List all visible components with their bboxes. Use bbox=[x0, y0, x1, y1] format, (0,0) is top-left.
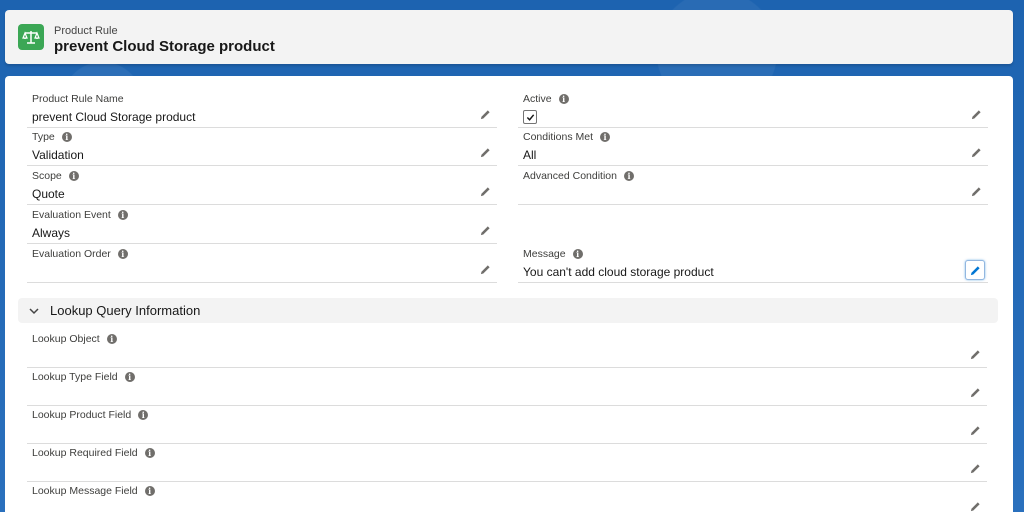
info-icon[interactable]: i bbox=[68, 171, 79, 181]
checkmark-icon bbox=[526, 113, 534, 121]
field-label: Product Rule Name bbox=[32, 93, 124, 105]
field-label: Message bbox=[523, 248, 566, 260]
field-value: prevent Cloud Storage product bbox=[32, 110, 196, 124]
info-icon[interactable]: i bbox=[61, 132, 72, 142]
field-advanced-condition: Advanced Condition i bbox=[518, 167, 988, 205]
field-lookup-object: Lookup Object i bbox=[27, 330, 987, 368]
field-label: Lookup Product Field bbox=[32, 409, 132, 421]
pencil-icon bbox=[480, 225, 490, 235]
record-header: Product Rule prevent Cloud Storage produ… bbox=[5, 10, 1013, 64]
field-scope: Scope i Quote bbox=[27, 167, 497, 205]
field-product-rule-name: Product Rule Name prevent Cloud Storage … bbox=[27, 90, 497, 128]
object-type-label: Product Rule bbox=[54, 25, 118, 37]
pencil-icon bbox=[970, 387, 980, 397]
pencil-icon bbox=[480, 109, 490, 119]
pencil-icon bbox=[970, 265, 980, 275]
field-label: Lookup Type Field bbox=[32, 371, 118, 383]
pencil-icon bbox=[970, 425, 980, 435]
field-lookup-type-field: Lookup Type Field i bbox=[27, 368, 987, 406]
edit-evaluation-event-button[interactable] bbox=[476, 221, 494, 239]
pencil-icon bbox=[971, 186, 981, 196]
info-icon[interactable]: i bbox=[138, 410, 149, 420]
field-label: Lookup Message Field bbox=[32, 485, 138, 497]
field-message: Message i You can't add cloud storage pro… bbox=[518, 245, 988, 283]
field-label: Evaluation Order bbox=[32, 248, 111, 260]
edit-active-button[interactable] bbox=[967, 105, 985, 123]
field-value: Quote bbox=[32, 187, 65, 201]
info-icon[interactable]: i bbox=[558, 94, 569, 104]
field-label: Conditions Met bbox=[523, 131, 594, 143]
edit-scope-button[interactable] bbox=[476, 182, 494, 200]
edit-lookup-type-field-button[interactable] bbox=[966, 383, 984, 401]
pencil-icon bbox=[970, 501, 980, 511]
field-value: All bbox=[523, 148, 537, 162]
field-value: Validation bbox=[32, 148, 84, 162]
info-icon[interactable]: i bbox=[124, 372, 135, 382]
chevron-down-icon bbox=[28, 305, 40, 317]
field-lookup-message-field: Lookup Message Field i bbox=[27, 482, 987, 512]
pencil-icon bbox=[480, 147, 490, 157]
section-title: Lookup Query Information bbox=[50, 303, 201, 318]
field-active: Active i bbox=[518, 90, 988, 128]
pencil-icon bbox=[970, 349, 980, 359]
edit-type-button[interactable] bbox=[476, 143, 494, 161]
field-value: Always bbox=[32, 226, 71, 240]
field-label: Lookup Required Field bbox=[32, 447, 138, 459]
field-evaluation-event: Evaluation Event i Always bbox=[27, 206, 497, 244]
field-label: Evaluation Event bbox=[32, 209, 111, 221]
field-evaluation-order: Evaluation Order i bbox=[27, 245, 497, 283]
field-label: Active bbox=[523, 93, 552, 105]
info-icon[interactable]: i bbox=[144, 448, 155, 458]
info-icon[interactable]: i bbox=[117, 249, 128, 259]
info-icon[interactable]: i bbox=[106, 334, 117, 344]
field-label: Lookup Object bbox=[32, 333, 100, 345]
field-type: Type i Validation bbox=[27, 128, 497, 166]
field-lookup-product-field: Lookup Product Field i bbox=[27, 406, 987, 444]
scales-icon bbox=[18, 24, 44, 50]
pencil-icon bbox=[970, 463, 980, 473]
edit-evaluation-order-button[interactable] bbox=[476, 260, 494, 278]
info-icon[interactable]: i bbox=[600, 132, 611, 142]
info-icon[interactable]: i bbox=[623, 171, 634, 181]
info-icon[interactable]: i bbox=[144, 486, 155, 496]
edit-lookup-message-field-button[interactable] bbox=[966, 497, 984, 512]
edit-conditions-met-button[interactable] bbox=[967, 143, 985, 161]
edit-advanced-condition-button[interactable] bbox=[967, 182, 985, 200]
field-label: Scope bbox=[32, 170, 62, 182]
field-value: You can't add cloud storage product bbox=[523, 265, 714, 279]
field-label: Type bbox=[32, 131, 55, 143]
info-icon[interactable]: i bbox=[572, 249, 583, 259]
edit-lookup-product-field-button[interactable] bbox=[966, 421, 984, 439]
field-label: Advanced Condition bbox=[523, 170, 617, 182]
lookup-section-header[interactable]: Lookup Query Information bbox=[18, 298, 998, 323]
info-icon[interactable]: i bbox=[117, 210, 128, 220]
record-detail-card: Product Rule Name prevent Cloud Storage … bbox=[5, 76, 1013, 512]
pencil-icon bbox=[971, 147, 981, 157]
edit-lookup-required-field-button[interactable] bbox=[966, 459, 984, 477]
edit-product-rule-name-button[interactable] bbox=[476, 105, 494, 123]
pencil-icon bbox=[480, 264, 490, 274]
pencil-icon bbox=[480, 186, 490, 196]
field-conditions-met: Conditions Met i All bbox=[518, 128, 988, 166]
pencil-icon bbox=[971, 109, 981, 119]
record-title: prevent Cloud Storage product bbox=[54, 38, 275, 55]
field-lookup-required-field: Lookup Required Field i bbox=[27, 444, 987, 482]
edit-message-button[interactable] bbox=[965, 260, 985, 280]
edit-lookup-object-button[interactable] bbox=[966, 345, 984, 363]
active-checkbox[interactable] bbox=[523, 110, 537, 124]
